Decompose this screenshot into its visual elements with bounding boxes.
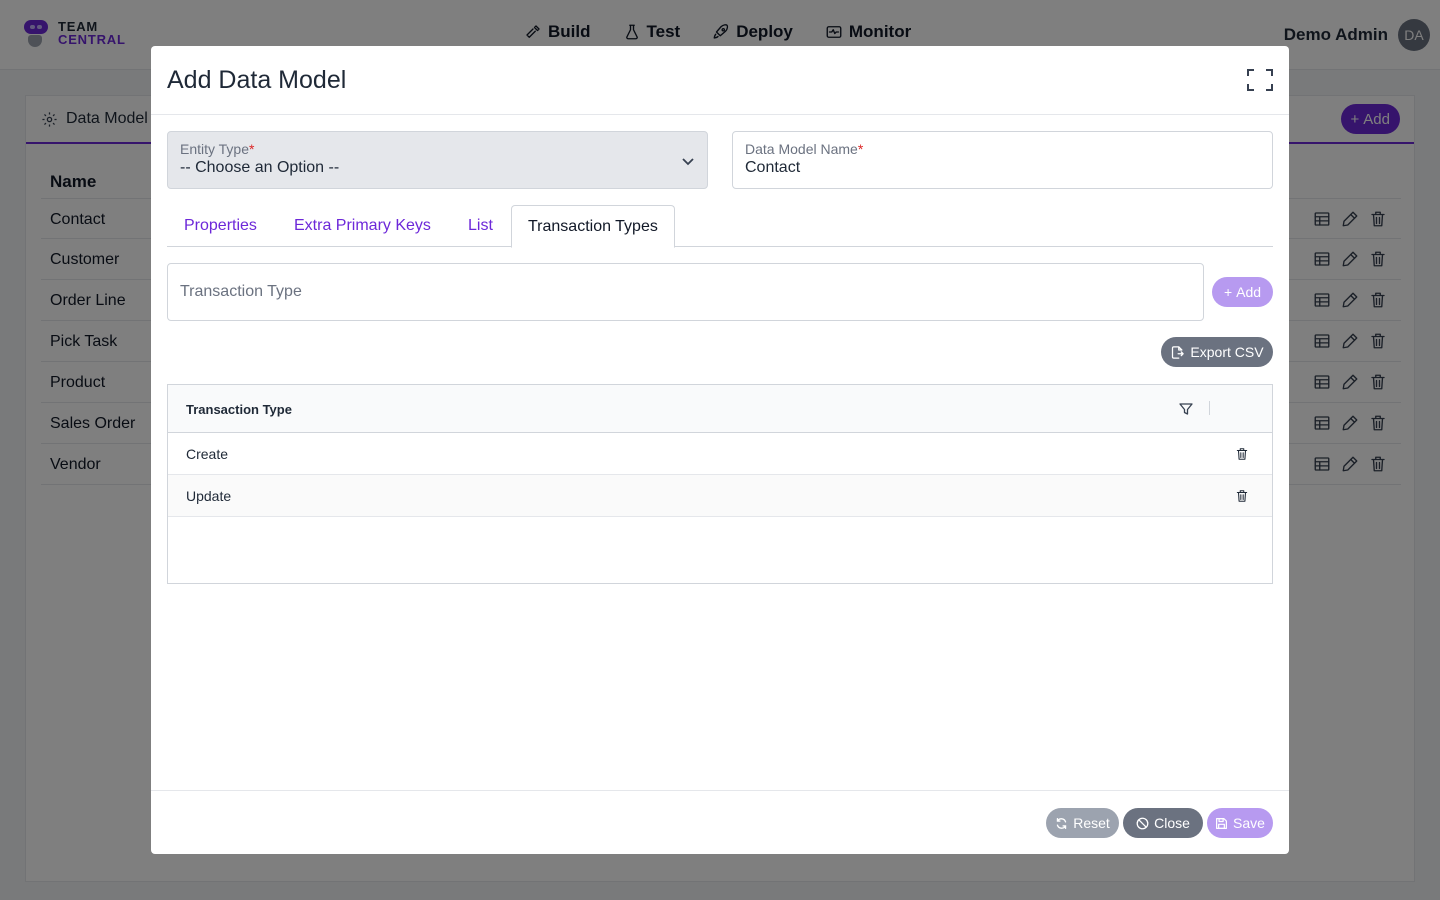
tab-list[interactable]: List	[468, 205, 493, 247]
grid-rows: Create Update	[168, 433, 1272, 517]
data-model-name-label: Data Model Name*	[745, 141, 864, 157]
chevron-down-icon	[682, 158, 694, 166]
filter-icon[interactable]	[1179, 402, 1193, 416]
tab-properties[interactable]: Properties	[184, 205, 257, 247]
trash-icon[interactable]	[1235, 446, 1249, 462]
grid-row[interactable]: Create	[168, 433, 1272, 475]
column-header-transaction-type[interactable]: Transaction Type	[186, 402, 292, 417]
reset-button[interactable]: Reset	[1046, 808, 1119, 838]
reset-label: Reset	[1073, 815, 1110, 831]
close-button[interactable]: Close	[1123, 808, 1203, 838]
add-data-model-modal: Add Data Model Entity Type* -- Choose an…	[151, 46, 1289, 854]
column-separator[interactable]	[1209, 401, 1210, 415]
tab-extra-primary-keys[interactable]: Extra Primary Keys	[294, 205, 431, 247]
data-model-name-field[interactable]: Data Model Name* Contact	[732, 131, 1273, 189]
expand-icon[interactable]	[1247, 69, 1273, 91]
save-label: Save	[1233, 815, 1265, 831]
add-transaction-type-label: Add	[1236, 284, 1262, 300]
ban-icon	[1136, 817, 1149, 829]
save-icon	[1216, 817, 1228, 829]
entity-type-select[interactable]: Entity Type* -- Choose an Option --	[167, 131, 708, 189]
modal-footer: Reset Close Save	[151, 790, 1289, 854]
add-transaction-type-button[interactable]: + Add	[1212, 277, 1273, 307]
modal-header: Add Data Model	[151, 46, 1289, 115]
data-model-name-value[interactable]: Contact	[745, 159, 1260, 177]
transaction-type-input[interactable]	[167, 263, 1204, 321]
modal-title: Add Data Model	[167, 66, 347, 94]
close-label: Close	[1154, 815, 1190, 831]
transaction-types-grid: Transaction Type Create Update	[167, 384, 1273, 584]
export-csv-label: Export CSV	[1190, 344, 1264, 360]
file-export-icon	[1172, 345, 1185, 359]
trash-icon[interactable]	[1235, 488, 1249, 504]
entity-type-value: -- Choose an Option --	[180, 159, 340, 176]
plus-icon: +	[1223, 284, 1233, 300]
grid-header: Transaction Type	[168, 385, 1272, 433]
transaction-type-cell: Create	[186, 446, 229, 462]
transaction-type-cell: Update	[186, 488, 232, 504]
grid-row[interactable]: Update	[168, 475, 1272, 517]
export-csv-button[interactable]: Export CSV	[1161, 337, 1273, 367]
save-button[interactable]: Save	[1207, 808, 1273, 838]
required-mark: *	[249, 141, 255, 157]
refresh-icon	[1056, 817, 1067, 829]
modal-tabs: Properties Extra Primary Keys List Trans…	[167, 205, 1273, 248]
entity-type-label: Entity Type*	[180, 141, 255, 157]
tab-transaction-types[interactable]: Transaction Types	[511, 205, 675, 248]
required-mark: *	[857, 141, 864, 157]
